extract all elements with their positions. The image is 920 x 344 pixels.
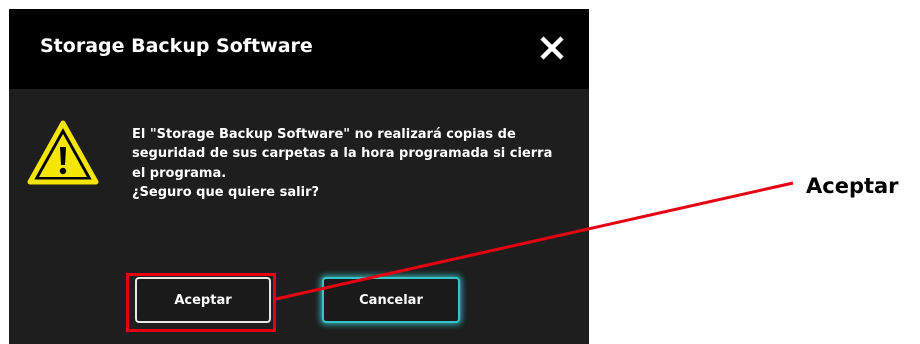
close-icon[interactable] (535, 31, 569, 65)
callout-label: Aceptar (806, 174, 899, 198)
dialog-titlebar: Storage Backup Software (9, 9, 589, 89)
cancel-button[interactable]: Cancelar (322, 277, 460, 323)
warning-triangle-icon (27, 120, 99, 186)
accept-highlight-box (126, 273, 276, 332)
message-line: el programa. (132, 165, 227, 181)
exit-confirmation-dialog: Storage Backup Software El "Storage Back… (9, 9, 589, 344)
cancel-button-label: Cancelar (359, 292, 423, 308)
message-line: El "Storage Backup Software" no realizar… (132, 127, 516, 142)
dialog-title: Storage Backup Software (40, 35, 313, 57)
message-line: ¿Seguro que quiere salir? (132, 184, 320, 200)
message-line: seguridad de sus carpetas a la hora prog… (132, 146, 553, 162)
dialog-message: El "Storage Backup Software" no realizar… (132, 125, 572, 202)
